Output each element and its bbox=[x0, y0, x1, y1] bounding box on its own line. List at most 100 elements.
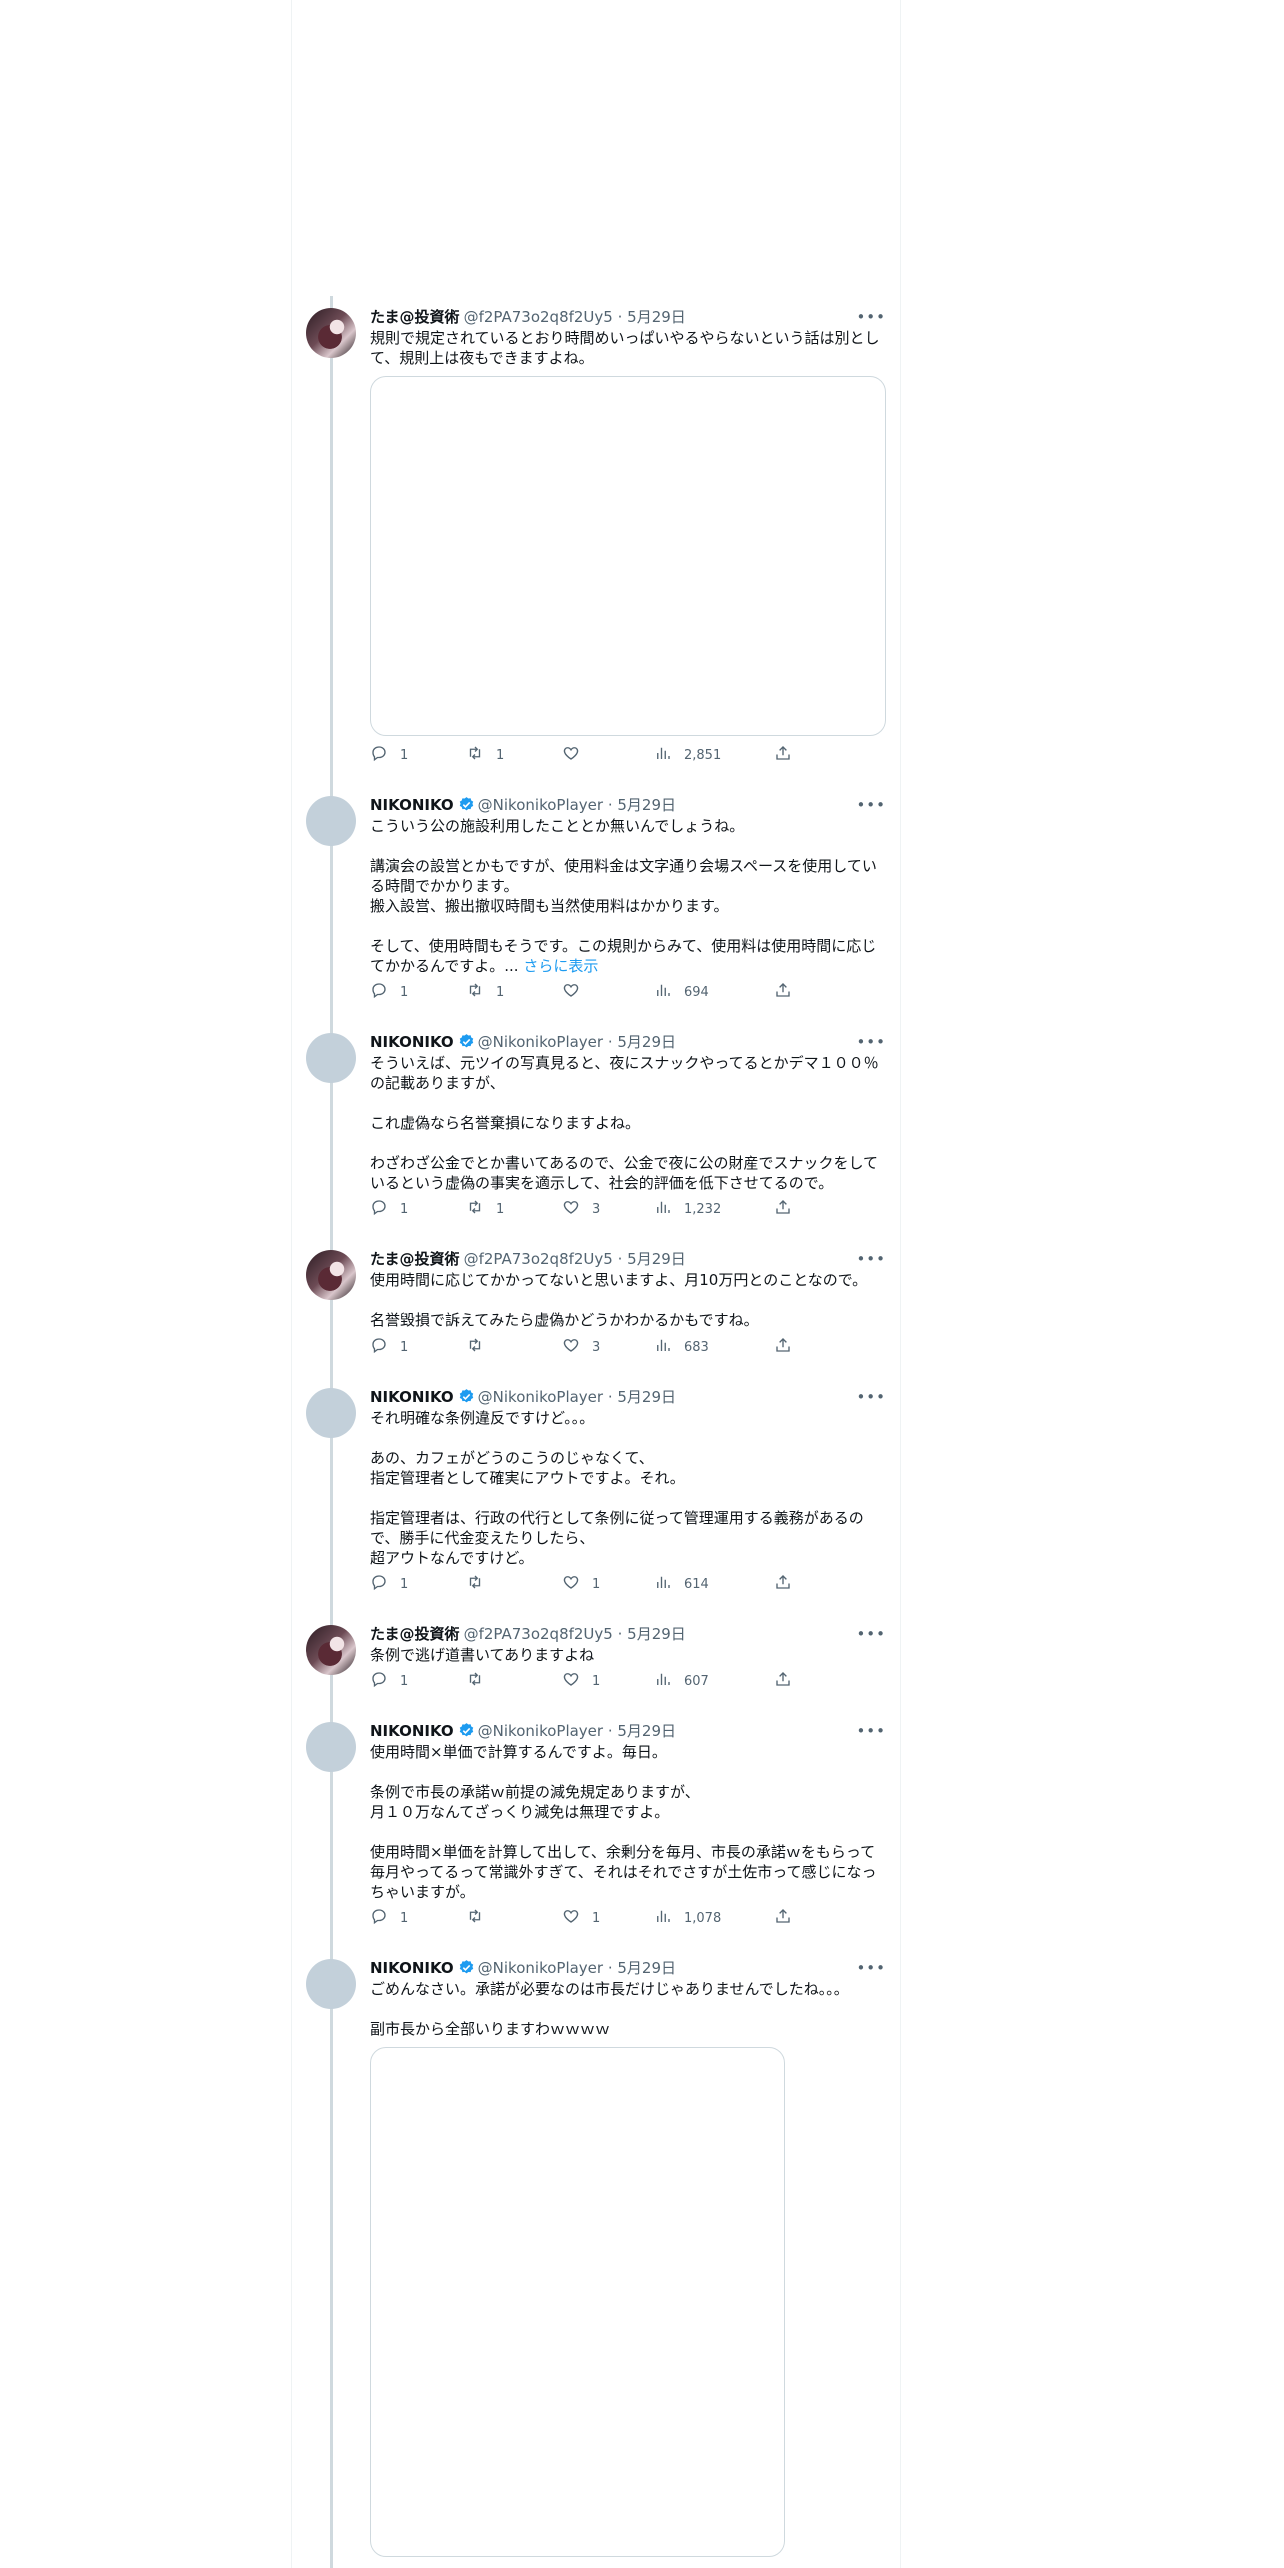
avatar[interactable] bbox=[306, 1959, 356, 2009]
reply-button[interactable]: 1 bbox=[370, 1199, 408, 1220]
tweet-media[interactable] bbox=[370, 2047, 785, 2557]
user-display-name[interactable]: NIKONIKO bbox=[370, 1388, 454, 1406]
show-more-link[interactable]: さらに表示 bbox=[523, 957, 598, 975]
tweet-actions: 1 1 1,078 bbox=[370, 1908, 800, 1929]
like-button[interactable]: 3 bbox=[562, 1338, 600, 1358]
tweet-timestamp[interactable]: 5月29日 bbox=[617, 1722, 676, 1740]
like-button[interactable]: 3 bbox=[562, 1200, 600, 1220]
share-button[interactable] bbox=[774, 1199, 792, 1220]
tweet-timestamp[interactable]: 5月29日 bbox=[627, 1625, 686, 1643]
user-handle[interactable]: @NikonikoPlayer bbox=[478, 796, 603, 814]
avatar[interactable] bbox=[306, 1250, 356, 1300]
reply-button[interactable]: 1 bbox=[370, 1574, 408, 1595]
more-horizontal-icon[interactable]: ••• bbox=[856, 1957, 886, 1979]
tweet-header: NIKONIKO @NikonikoPlayer · 5月29日 ••• bbox=[370, 1720, 886, 1742]
tweet-text-content: こういう公の施設利用したこととか無いんでしょうね。 講演会の設営とかもですが、使… bbox=[370, 817, 877, 975]
avatar[interactable] bbox=[306, 308, 356, 358]
avatar[interactable] bbox=[306, 796, 356, 846]
avatar[interactable] bbox=[306, 1388, 356, 1438]
user-display-name[interactable]: NIKONIKO bbox=[370, 1722, 454, 1740]
views-button[interactable]: 1,078 bbox=[654, 1909, 721, 1929]
share-button[interactable] bbox=[774, 1337, 792, 1358]
retweet-button[interactable] bbox=[466, 1909, 496, 1929]
tweet-text-content: 使用時間に応じてかかってないと思いますよ、月10万円とのことなので。 名誉毀損で… bbox=[370, 1271, 868, 1329]
avatar[interactable] bbox=[306, 1033, 356, 1083]
reply-button[interactable]: 1 bbox=[370, 1908, 408, 1929]
user-handle[interactable]: @NikonikoPlayer bbox=[478, 1959, 603, 1977]
views-button[interactable]: 694 bbox=[654, 983, 709, 1003]
avatar[interactable] bbox=[306, 1722, 356, 1772]
retweet-button[interactable]: 1 bbox=[466, 746, 504, 766]
tweet-media[interactable] bbox=[370, 376, 886, 736]
retweet-count: 1 bbox=[496, 1202, 505, 1217]
user-handle[interactable]: @NikonikoPlayer bbox=[478, 1722, 603, 1740]
tweet-timestamp[interactable]: 5月29日 bbox=[627, 1250, 686, 1268]
separator-dot: · bbox=[612, 1625, 628, 1643]
reply-button[interactable]: 1 bbox=[370, 1670, 408, 1695]
like-button[interactable]: 1 bbox=[562, 1909, 600, 1929]
share-icon bbox=[774, 1573, 792, 1598]
retweet-button[interactable]: 1 bbox=[466, 1200, 504, 1220]
share-button[interactable] bbox=[774, 1671, 792, 1692]
user-display-name[interactable]: NIKONIKO bbox=[370, 1033, 454, 1051]
like-button[interactable]: 1 bbox=[562, 1672, 600, 1692]
views-button[interactable]: 683 bbox=[654, 1338, 709, 1358]
like-button[interactable] bbox=[562, 983, 592, 1003]
views-count: 1,078 bbox=[684, 1911, 722, 1926]
tweet-timestamp[interactable]: 5月29日 bbox=[617, 1388, 676, 1406]
views-count: 614 bbox=[684, 1577, 709, 1592]
user-handle[interactable]: @f2PA73o2q8f2Uy5 bbox=[464, 1625, 613, 1643]
user-handle[interactable]: @f2PA73o2q8f2Uy5 bbox=[464, 1250, 613, 1268]
user-handle[interactable]: @NikonikoPlayer bbox=[478, 1388, 603, 1406]
reply-icon bbox=[370, 981, 388, 1006]
share-icon bbox=[774, 744, 792, 769]
user-display-name[interactable]: たま@投資術 bbox=[370, 308, 460, 326]
share-button[interactable] bbox=[774, 982, 792, 1003]
share-button[interactable] bbox=[774, 1908, 792, 1929]
retweet-button[interactable]: 1 bbox=[466, 983, 504, 1003]
more-horizontal-icon[interactable]: ••• bbox=[856, 1386, 886, 1408]
avatar[interactable] bbox=[306, 1625, 356, 1675]
user-handle[interactable]: @f2PA73o2q8f2Uy5 bbox=[464, 308, 613, 326]
separator-dot: · bbox=[603, 1033, 618, 1051]
reply-icon bbox=[370, 1670, 388, 1695]
reply-button[interactable]: 1 bbox=[370, 981, 408, 1006]
user-display-name[interactable]: NIKONIKO bbox=[370, 796, 454, 814]
tweet-header: NIKONIKO @NikonikoPlayer · 5月29日 ••• bbox=[370, 1386, 886, 1408]
tweet-timestamp[interactable]: 5月29日 bbox=[627, 308, 686, 326]
user-display-name[interactable]: NIKONIKO bbox=[370, 1959, 454, 1977]
views-count: 1,232 bbox=[684, 1202, 722, 1217]
views-button[interactable]: 614 bbox=[654, 1575, 709, 1595]
share-button[interactable] bbox=[774, 1573, 792, 1598]
tweet-header: NIKONIKO @NikonikoPlayer · 5月29日 ••• bbox=[370, 1031, 886, 1053]
more-horizontal-icon[interactable]: ••• bbox=[856, 1623, 886, 1645]
tweet-timestamp[interactable]: 5月29日 bbox=[617, 1959, 676, 1977]
retweet-button[interactable] bbox=[466, 1575, 496, 1595]
tweet-actions: 1 3 683 bbox=[370, 1337, 800, 1358]
tweet-text-content: そういえば、元ツイの写真見ると、夜にスナックやってるとかデマ１００％の記載ありま… bbox=[370, 1054, 879, 1192]
more-horizontal-icon[interactable]: ••• bbox=[856, 1031, 886, 1053]
views-button[interactable]: 2,851 bbox=[654, 746, 721, 766]
user-display-name[interactable]: たま@投資術 bbox=[370, 1250, 460, 1268]
tweet-actions: 1 1 694 bbox=[370, 981, 800, 1006]
like-button[interactable]: 1 bbox=[562, 1575, 600, 1595]
user-handle[interactable]: @NikonikoPlayer bbox=[478, 1033, 603, 1051]
views-button[interactable]: 1,232 bbox=[654, 1200, 721, 1220]
more-horizontal-icon[interactable]: ••• bbox=[856, 306, 886, 328]
reply-count: 1 bbox=[400, 748, 409, 763]
views-button[interactable]: 607 bbox=[654, 1672, 709, 1692]
more-horizontal-icon[interactable]: ••• bbox=[856, 1248, 886, 1270]
reply-button[interactable]: 1 bbox=[370, 1337, 408, 1358]
views-count: 2,851 bbox=[684, 748, 722, 763]
retweet-button[interactable] bbox=[466, 1672, 496, 1692]
tweet-timestamp[interactable]: 5月29日 bbox=[617, 1033, 676, 1051]
more-horizontal-icon[interactable]: ••• bbox=[856, 1720, 886, 1742]
tweet-timestamp[interactable]: 5月29日 bbox=[617, 796, 676, 814]
views-count: 694 bbox=[684, 985, 709, 1000]
user-display-name[interactable]: たま@投資術 bbox=[370, 1625, 460, 1643]
more-horizontal-icon[interactable]: ••• bbox=[856, 794, 886, 816]
reply-button[interactable]: 1 bbox=[370, 745, 409, 766]
retweet-button[interactable] bbox=[466, 1338, 496, 1358]
share-button[interactable] bbox=[774, 744, 792, 769]
like-button[interactable] bbox=[562, 746, 592, 766]
